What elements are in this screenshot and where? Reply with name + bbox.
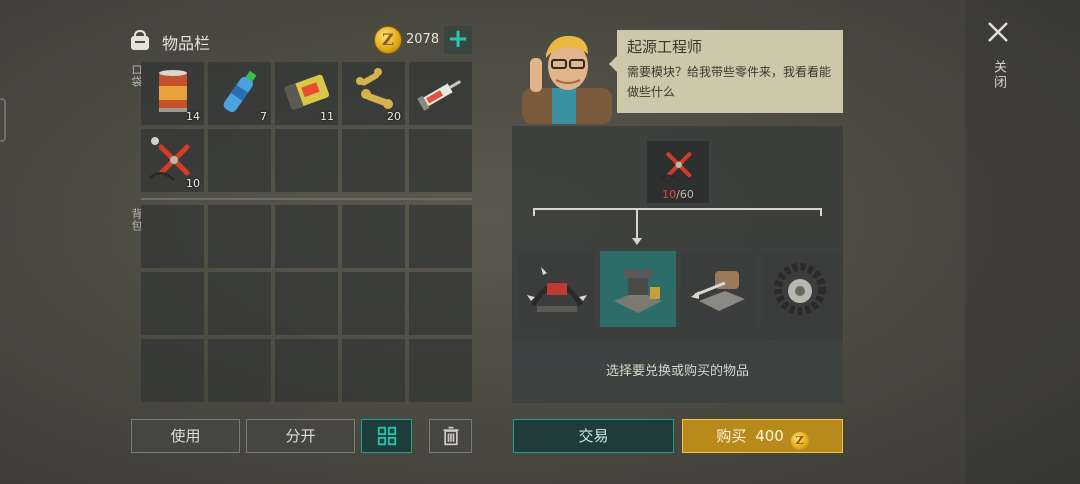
inventory-slot[interactable]: 11 xyxy=(275,62,338,125)
item-quantity: 11 xyxy=(320,110,334,123)
add-coins-button[interactable]: + xyxy=(444,26,472,54)
coin-icon: Z xyxy=(790,432,809,450)
close-icon[interactable] xyxy=(986,20,1010,44)
trash-icon xyxy=(443,426,458,446)
selection-hint: 选择要兑换或购买的物品 xyxy=(512,340,843,403)
crossbow-turret-icon xyxy=(691,271,745,311)
inventory-slot-empty[interactable] xyxy=(409,129,472,192)
inventory-slot[interactable]: 14 xyxy=(141,62,204,125)
material-required: /60 xyxy=(676,188,694,201)
module-option[interactable] xyxy=(519,251,595,327)
inventory-slot-empty[interactable] xyxy=(409,272,472,335)
discard-button[interactable] xyxy=(429,419,472,453)
pocket-grid: 14 7 11 20 10 xyxy=(141,62,472,192)
backpack-grid xyxy=(141,205,472,402)
inventory-slot[interactable]: 7 xyxy=(208,62,271,125)
inventory-slot[interactable]: 10 xyxy=(141,129,204,192)
side-tab-handle[interactable] xyxy=(0,98,6,142)
inventory-slot-empty[interactable] xyxy=(275,129,338,192)
inventory-slot-empty[interactable] xyxy=(141,339,204,402)
inventory-header: 物品栏 Z 2078 + xyxy=(128,26,472,56)
item-quantity: 14 xyxy=(186,110,200,123)
inventory-slot-empty[interactable] xyxy=(342,205,405,268)
npc-dialogue-bubble: 起源工程师 需要模块？给我带些零件来，我看看能做些什么 xyxy=(609,30,843,113)
buy-price: 400 xyxy=(755,427,784,445)
buy-label: 购买 xyxy=(716,427,747,445)
coin-balance: 2078 xyxy=(406,32,440,47)
inventory-slot-empty[interactable] xyxy=(208,205,271,268)
module-option[interactable] xyxy=(681,251,757,327)
tree-arrow-icon xyxy=(632,238,642,245)
inventory-slot-empty[interactable] xyxy=(275,205,338,268)
pliers-parts-icon xyxy=(659,152,692,182)
water-bottle-icon xyxy=(223,70,257,113)
module-option[interactable] xyxy=(762,251,838,327)
close-label[interactable]: 关闭 xyxy=(989,60,1008,90)
inventory-slot[interactable] xyxy=(409,62,472,125)
section-divider xyxy=(141,198,472,200)
inventory-slot-empty[interactable] xyxy=(342,339,405,402)
inventory-slot-empty[interactable] xyxy=(141,272,204,335)
split-button[interactable]: 分开 xyxy=(246,419,355,453)
trade-button[interactable]: 交易 xyxy=(513,419,674,453)
required-material-slot[interactable]: 10/60 xyxy=(647,141,709,203)
right-side-strip xyxy=(965,0,1080,484)
inventory-slot-empty[interactable] xyxy=(342,129,405,192)
inventory-title: 物品栏 xyxy=(162,34,211,53)
sort-grid-button[interactable] xyxy=(361,419,412,453)
npc-dialogue: 需要模块？给我带些零件来，我看看能做些什么 xyxy=(627,65,832,99)
item-quantity: 7 xyxy=(260,110,267,123)
vise-workbench-icon xyxy=(614,269,662,313)
module-option-selected[interactable] xyxy=(600,251,676,327)
npc-name: 起源工程师 xyxy=(627,38,703,56)
inventory-slot-empty[interactable] xyxy=(342,272,405,335)
inventory-slot-empty[interactable] xyxy=(409,339,472,402)
inventory-slot-empty[interactable] xyxy=(409,205,472,268)
material-owned: 10 xyxy=(662,188,677,201)
inventory-slot-empty[interactable] xyxy=(208,339,271,402)
gear-saw-icon xyxy=(774,263,826,315)
backpack-icon xyxy=(131,29,149,50)
coin-icon: Z xyxy=(374,26,402,54)
inventory-slot-empty[interactable] xyxy=(141,205,204,268)
item-quantity: 20 xyxy=(387,110,401,123)
spiked-cage-module-icon xyxy=(527,267,587,312)
inventory-slot-empty[interactable] xyxy=(275,339,338,402)
tree-connector xyxy=(533,208,535,216)
module-options xyxy=(519,251,838,327)
grid-sort-icon xyxy=(377,426,396,446)
inventory-slot-empty[interactable] xyxy=(275,272,338,335)
inventory-slot-empty[interactable] xyxy=(208,129,271,192)
tree-connector xyxy=(636,208,638,238)
tree-connector xyxy=(820,208,822,216)
inventory-slot-empty[interactable] xyxy=(208,272,271,335)
use-button[interactable]: 使用 xyxy=(131,419,240,453)
tree-connector xyxy=(533,208,822,210)
item-quantity: 10 xyxy=(186,177,200,190)
inventory-slot[interactable]: 20 xyxy=(342,62,405,125)
buy-button[interactable]: 购买 400 Z xyxy=(682,419,843,453)
engineer-portrait xyxy=(522,35,612,124)
material-count: 10/60 xyxy=(647,188,709,201)
syringe-icon xyxy=(417,80,462,111)
